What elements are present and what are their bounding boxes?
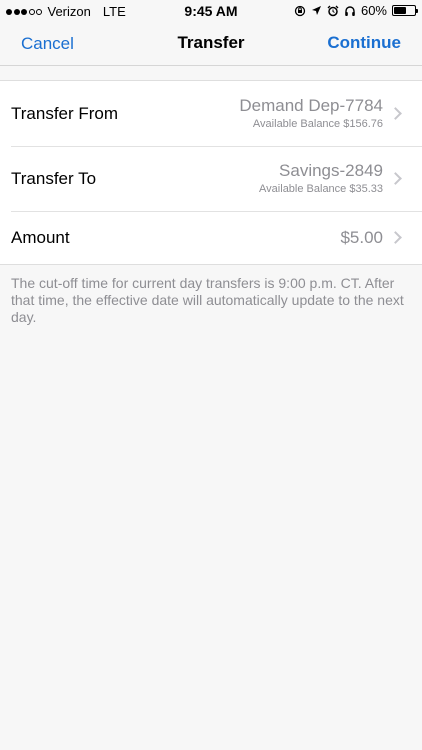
transfer-to-label: Transfer To: [11, 169, 97, 188]
chevron-right-icon: [389, 231, 402, 244]
transfer-from-label: Transfer From: [11, 104, 119, 123]
transfer-to-account: Savings-2849: [279, 161, 383, 180]
transfer-from-account: Demand Dep-7784: [239, 96, 383, 115]
transfer-form: Transfer From Demand Dep-7784 Available …: [0, 80, 422, 265]
transfer-from-balance: Available Balance $156.76: [252, 118, 383, 130]
transfer-to-row[interactable]: Transfer To Savings-2849 Available Balan…: [0, 146, 422, 211]
amount-value: $5.00: [340, 228, 383, 247]
amount-label: Amount: [11, 228, 70, 247]
headphones-icon: [345, 5, 355, 16]
amount-row[interactable]: Amount $5.00: [0, 211, 422, 264]
continue-button[interactable]: Continue: [327, 33, 401, 53]
transfer-to-balance: Available Balance $35.33: [259, 183, 383, 195]
status-bar: Verizon LTE 9:45 AM 60%: [0, 0, 422, 22]
cutoff-time-note: The cut-off time for current day transfe…: [11, 275, 404, 325]
battery-percent: 60%: [360, 3, 387, 18]
battery-icon: [392, 5, 418, 16]
chevron-right-icon: [389, 172, 402, 185]
lock-rotation-icon: [294, 5, 306, 16]
alarm-icon: [327, 5, 339, 16]
status-right: 60%: [294, 3, 418, 18]
transfer-from-row[interactable]: Transfer From Demand Dep-7784 Available …: [0, 81, 422, 146]
chevron-right-icon: [389, 107, 402, 120]
navigation-bar: Cancel Transfer Continue: [0, 22, 422, 66]
battery-fill: [394, 7, 406, 14]
location-arrow-icon: [311, 6, 321, 15]
